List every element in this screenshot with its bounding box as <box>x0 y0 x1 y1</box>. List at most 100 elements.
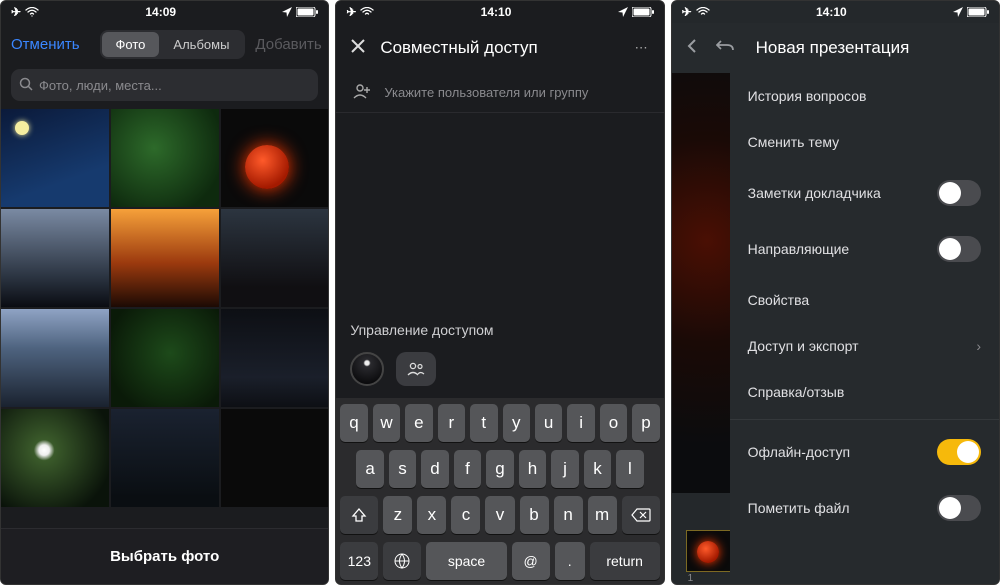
photo-thumbnail[interactable] <box>1 309 109 407</box>
key-w[interactable]: w <box>373 404 400 442</box>
toggle-offline[interactable] <box>937 439 981 465</box>
dot-key[interactable]: . <box>555 542 585 580</box>
menu-access-export[interactable]: Доступ и экспорт › <box>730 323 999 369</box>
toggle-speaker-notes[interactable] <box>937 180 981 206</box>
key-k[interactable]: k <box>584 450 611 488</box>
key-a[interactable]: a <box>356 450 383 488</box>
photo-picker-screen: ✈ 14:09 Отменить Фото Альбомы Добавить Ф… <box>0 0 329 585</box>
search-input[interactable]: Фото, люди, места... <box>11 69 318 101</box>
return-key[interactable]: return <box>590 542 660 580</box>
menu-guides[interactable]: Направляющие <box>730 221 999 277</box>
clock: 14:10 <box>816 5 847 19</box>
clock: 14:10 <box>481 5 512 19</box>
at-key[interactable]: @ <box>512 542 550 580</box>
key-q[interactable]: q <box>340 404 367 442</box>
avatar[interactable] <box>350 352 384 386</box>
search-placeholder: Фото, люди, места... <box>39 78 162 93</box>
key-r[interactable]: r <box>438 404 465 442</box>
presentation-title: Новая презентация <box>756 38 910 58</box>
photo-thumbnail[interactable] <box>1 109 109 207</box>
photo-thumbnail[interactable] <box>111 109 219 207</box>
key-j[interactable]: j <box>551 450 578 488</box>
space-key[interactable]: space <box>426 542 506 580</box>
key-f[interactable]: f <box>454 450 481 488</box>
key-n[interactable]: n <box>554 496 583 534</box>
backspace-key[interactable] <box>622 496 660 534</box>
access-management-label: Управление доступом <box>336 312 663 348</box>
key-e[interactable]: e <box>405 404 432 442</box>
tab-albums[interactable]: Альбомы <box>159 32 243 57</box>
menu-offline-access[interactable]: Офлайн-доступ <box>730 424 999 480</box>
location-icon <box>953 7 963 17</box>
photo-grid <box>1 109 328 528</box>
battery-icon <box>967 7 989 17</box>
wifi-icon <box>25 7 39 17</box>
battery-icon <box>632 7 654 17</box>
clock: 14:09 <box>145 5 176 19</box>
key-p[interactable]: p <box>632 404 659 442</box>
photo-thumbnail[interactable] <box>221 109 329 207</box>
numeric-key[interactable]: 123 <box>340 542 378 580</box>
add-user-input[interactable]: Укажите пользователя или группу <box>336 73 663 113</box>
more-icon[interactable]: ⋯ <box>635 40 650 56</box>
cancel-button[interactable]: Отменить <box>11 36 80 53</box>
photo-thumbnail[interactable] <box>111 309 219 407</box>
toggle-guides[interactable] <box>937 236 981 262</box>
photo-thumbnail[interactable] <box>221 409 329 507</box>
menu-change-theme[interactable]: Сменить тему <box>730 119 999 165</box>
back-icon[interactable] <box>686 38 698 59</box>
key-z[interactable]: z <box>383 496 412 534</box>
undo-icon[interactable] <box>716 38 734 59</box>
shift-key[interactable] <box>340 496 378 534</box>
tab-photos[interactable]: Фото <box>102 32 160 57</box>
photo-album-segmented[interactable]: Фото Альбомы <box>100 30 246 59</box>
photo-thumbnail[interactable] <box>221 309 329 407</box>
photo-thumbnail[interactable] <box>1 409 109 507</box>
toggle-star[interactable] <box>937 495 981 521</box>
airplane-icon: ✈ <box>11 5 21 19</box>
menu-speaker-notes[interactable]: Заметки докладчика <box>730 165 999 221</box>
status-bar: ✈ 14:10 <box>336 1 663 23</box>
photo-thumbnail[interactable] <box>1 209 109 307</box>
group-button[interactable] <box>396 352 436 386</box>
key-i[interactable]: i <box>567 404 594 442</box>
add-user-icon <box>350 83 370 102</box>
slide-canvas-peek <box>672 73 730 493</box>
key-m[interactable]: m <box>588 496 617 534</box>
key-h[interactable]: h <box>519 450 546 488</box>
wifi-icon <box>696 7 710 17</box>
add-button[interactable]: Добавить <box>255 36 321 53</box>
airplane-icon: ✈ <box>346 5 356 19</box>
globe-key[interactable] <box>383 542 421 580</box>
menu-properties[interactable]: Свойства <box>730 277 999 323</box>
wifi-icon <box>360 7 374 17</box>
sharing-screen: ✈ 14:10 Совместный доступ ⋯ Укажите поль… <box>335 0 664 585</box>
add-user-placeholder: Укажите пользователя или группу <box>384 85 588 100</box>
key-t[interactable]: t <box>470 404 497 442</box>
presentation-menu-screen: ✈ 14:10 Новая презентация История вопрос… <box>671 0 1000 585</box>
menu-help-feedback[interactable]: Справка/отзыв <box>730 369 999 415</box>
key-g[interactable]: g <box>486 450 513 488</box>
key-c[interactable]: c <box>451 496 480 534</box>
close-icon[interactable] <box>350 38 366 59</box>
photo-thumbnail[interactable] <box>111 209 219 307</box>
key-s[interactable]: s <box>389 450 416 488</box>
menu-question-history[interactable]: История вопросов <box>730 73 999 119</box>
key-o[interactable]: o <box>600 404 627 442</box>
key-l[interactable]: l <box>616 450 643 488</box>
battery-icon <box>296 7 318 17</box>
photo-thumbnail[interactable] <box>111 409 219 507</box>
key-v[interactable]: v <box>485 496 514 534</box>
key-y[interactable]: y <box>503 404 530 442</box>
key-d[interactable]: d <box>421 450 448 488</box>
photo-thumbnail[interactable] <box>221 209 329 307</box>
select-photo-button[interactable]: Выбрать фото <box>1 528 328 584</box>
key-b[interactable]: b <box>520 496 549 534</box>
sharing-title: Совместный доступ <box>380 38 537 58</box>
key-u[interactable]: u <box>535 404 562 442</box>
status-bar: ✈ 14:09 <box>1 1 328 23</box>
chevron-right-icon: › <box>976 338 981 354</box>
menu-star-file[interactable]: Пометить файл <box>730 480 999 536</box>
slide-number: 1 <box>688 573 694 584</box>
key-x[interactable]: x <box>417 496 446 534</box>
